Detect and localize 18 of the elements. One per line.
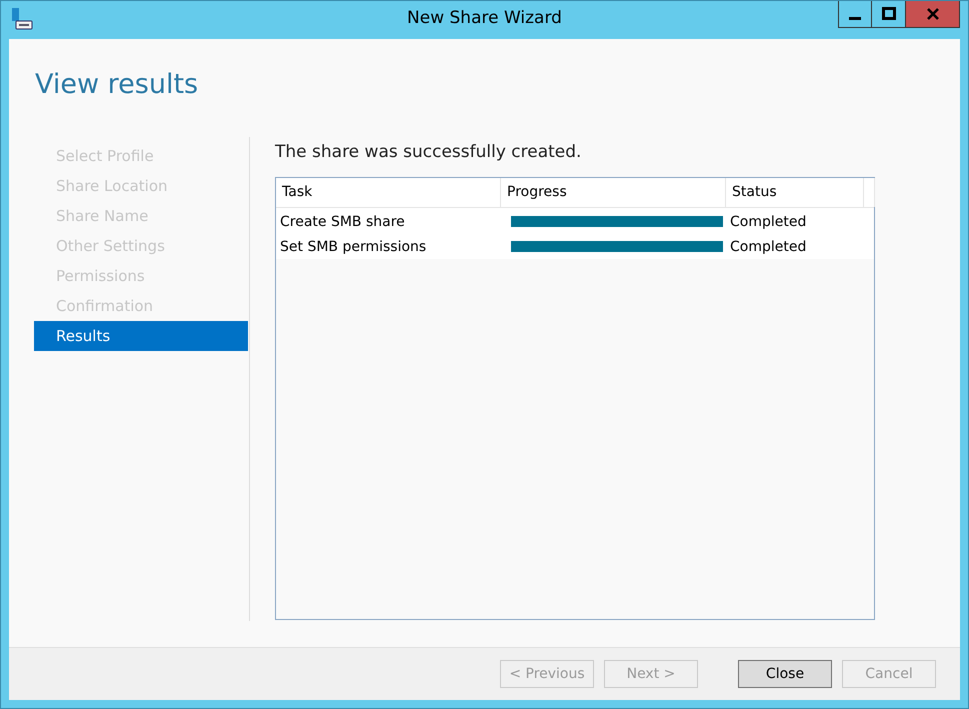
minimize-icon <box>849 16 861 20</box>
column-header[interactable]: Task <box>282 182 312 202</box>
close-icon <box>926 7 940 21</box>
server-share-icon <box>10 7 34 31</box>
maximize-icon <box>882 7 896 21</box>
step-item[interactable]: Results <box>34 321 248 351</box>
close-button[interactable] <box>906 1 960 28</box>
window-title: New Share Wizard <box>407 8 562 28</box>
task-name: Set SMB permissions <box>280 238 426 254</box>
wizard-button[interactable]: Close <box>738 660 832 688</box>
status-text: Completed <box>730 238 806 254</box>
task-name: Create SMB share <box>280 214 405 230</box>
result-message: The share was successfully created. <box>275 142 582 162</box>
page-title: View results <box>35 69 198 100</box>
column-header[interactable]: Progress <box>507 182 567 202</box>
column-header[interactable]: Status <box>732 182 777 202</box>
status-text: Completed <box>730 214 806 230</box>
minimize-button[interactable] <box>838 1 872 28</box>
